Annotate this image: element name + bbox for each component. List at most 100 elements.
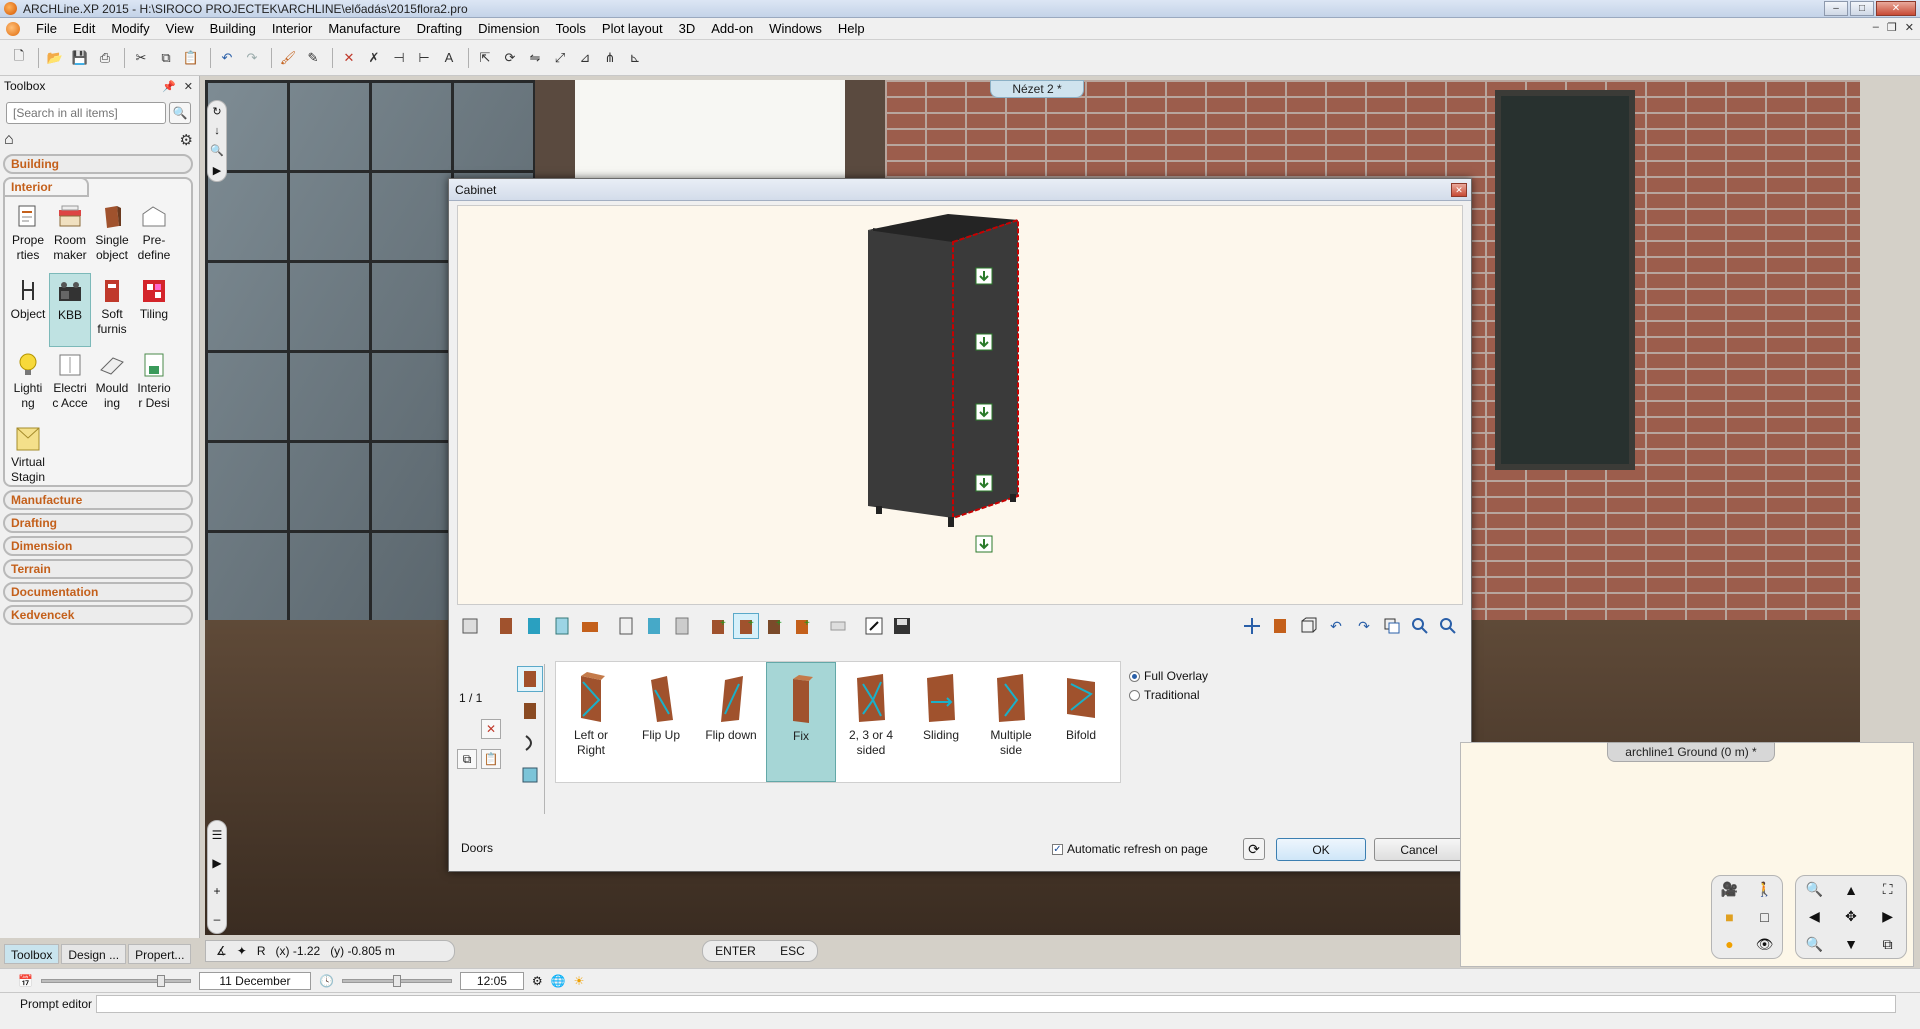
print-icon[interactable]: ⎙ (94, 47, 116, 69)
menu-edit[interactable]: Edit (65, 18, 103, 40)
menu-modify[interactable]: Modify (103, 18, 157, 40)
tool-electric-accessories[interactable]: Electri c Acce (49, 347, 91, 421)
cabinet-settings-icon[interactable] (457, 613, 483, 639)
tab-toolbox[interactable]: Toolbox (4, 944, 60, 964)
tool-room-maker[interactable]: Room maker (49, 199, 91, 273)
join-icon[interactable]: ⊢ (413, 47, 435, 69)
glass-icon[interactable] (549, 613, 575, 639)
drawer-icon[interactable] (577, 613, 603, 639)
category-documentation[interactable]: Documentation (3, 582, 193, 602)
move-icon[interactable]: ⇱ (474, 47, 496, 69)
menu-tools[interactable]: Tools (548, 18, 594, 40)
menu-help[interactable]: Help (830, 18, 873, 40)
prompt-input[interactable] (96, 995, 1896, 1013)
menu-3d[interactable]: 3D (671, 18, 704, 40)
paste-icon[interactable]: 📋 (180, 47, 202, 69)
redo-icon[interactable]: ↷ (1351, 613, 1377, 639)
add-drawer-icon[interactable]: + (789, 613, 815, 639)
delete-icon[interactable]: ✕ (338, 47, 360, 69)
calendar-icon[interactable]: 📅 (18, 974, 33, 988)
extend-icon[interactable]: ⊣ (388, 47, 410, 69)
zoom-in-icon[interactable] (1407, 613, 1433, 639)
arrow-right-icon[interactable]: ▶ (1882, 908, 1893, 925)
menu-dimension[interactable]: Dimension (470, 18, 547, 40)
maximize-button[interactable]: □ (1850, 1, 1874, 16)
search-icon[interactable]: 🔍 (169, 102, 191, 124)
trim-icon[interactable]: ✗ (363, 47, 385, 69)
body-icon[interactable] (493, 613, 519, 639)
menu-building[interactable]: Building (202, 18, 264, 40)
dialog-close-button[interactable]: ✕ (1451, 183, 1467, 197)
mdi-minimize-icon[interactable]: – (1873, 21, 1879, 34)
arrow-down-icon[interactable]: ▼ (1844, 936, 1858, 952)
radio-button[interactable] (1129, 670, 1140, 682)
category-dimension[interactable]: Dimension (3, 536, 193, 556)
save-icon[interactable] (889, 613, 915, 639)
orbit-icon[interactable]: ↻ (212, 105, 221, 118)
tool-kbb[interactable]: KBB (49, 273, 91, 347)
zoom-in-icon[interactable]: 🔍 (1806, 881, 1823, 898)
measure-icon[interactable]: ⊾ (624, 47, 646, 69)
search-input[interactable] (6, 102, 166, 124)
panel-icon[interactable] (641, 613, 667, 639)
zoom-window-icon[interactable]: ⧉ (1883, 936, 1893, 953)
door-type-bifold[interactable]: Bifold (1046, 662, 1116, 782)
array-icon[interactable]: ⋔ (599, 47, 621, 69)
ok-button[interactable]: OK (1276, 838, 1366, 861)
menu-add-on[interactable]: Add-on (703, 18, 761, 40)
stretch-icon[interactable]: ⤢ (549, 47, 571, 69)
list-icon[interactable]: ☰ (212, 828, 223, 842)
open-folder-icon[interactable]: 📂 (44, 47, 66, 69)
paste-door-icon[interactable]: 📋 (481, 749, 501, 769)
tab-properties[interactable]: Propert... (128, 944, 192, 964)
tool-lighting[interactable]: Lighti ng (7, 347, 49, 421)
copy-door-icon[interactable]: ⧉ (457, 749, 477, 769)
door-category-icon[interactable] (517, 666, 543, 692)
tool-virtual-staging[interactable]: Virtual Stagin (7, 421, 49, 495)
escape-button[interactable]: ESC (780, 944, 805, 958)
enter-button[interactable]: ENTER (715, 944, 756, 958)
walk-person-icon[interactable]: 🚶 (1756, 881, 1773, 898)
minus-icon[interactable]: – (214, 912, 221, 926)
play-icon[interactable]: ▶ (213, 164, 221, 177)
copy-icon[interactable]: ⧉ (155, 47, 177, 69)
menu-drafting[interactable]: Drafting (409, 18, 471, 40)
door-type-sliding[interactable]: Sliding (906, 662, 976, 782)
door-type-flip-up[interactable]: Flip Up (626, 662, 696, 782)
cabinet-preview[interactable] (457, 205, 1463, 605)
save-icon[interactable]: 💾 (69, 47, 91, 69)
close-button[interactable]: ✕ (1876, 1, 1916, 16)
add-door-icon[interactable]: + (733, 613, 759, 639)
pen-icon[interactable]: ✎ (302, 47, 324, 69)
fit-icon[interactable]: ⛶ (1883, 881, 1893, 898)
sun-icon[interactable]: ☀ (574, 974, 585, 988)
date-slider-knob[interactable] (156, 974, 165, 987)
sun-icon[interactable]: ● (1725, 936, 1733, 952)
shelf-icon[interactable] (521, 613, 547, 639)
rotate-icon[interactable]: ⟳ (499, 47, 521, 69)
offset-icon[interactable]: ⊿ (574, 47, 596, 69)
handle-icon[interactable] (825, 613, 851, 639)
menu-view[interactable]: View (158, 18, 202, 40)
brush-icon[interactable]: 🖌 (277, 47, 299, 69)
auto-refresh-checkbox[interactable]: ✓ Automatic refresh on page (1052, 842, 1208, 856)
cut-icon[interactable]: ✂ (130, 47, 152, 69)
mirror-icon[interactable]: ⇋ (524, 47, 546, 69)
handle-category-icon[interactable] (517, 730, 543, 756)
viewport-tab[interactable]: Nézet 2 * (990, 80, 1084, 98)
radio-traditional[interactable]: Traditional (1129, 688, 1208, 702)
add-shelf-icon[interactable]: + (761, 613, 787, 639)
panel-category-icon[interactable] (517, 698, 543, 724)
date-field[interactable]: 11 December (198, 971, 311, 990)
tool-tiling[interactable]: Tiling (133, 273, 175, 347)
pin-icon[interactable]: 📌 (162, 80, 176, 93)
redo-icon[interactable]: ↷ (241, 47, 263, 69)
category-building[interactable]: Building (3, 154, 193, 174)
back-panel-icon[interactable] (669, 613, 695, 639)
radio-full-overlay[interactable]: Full Overlay (1129, 669, 1208, 683)
new-project-icon[interactable]: 🗋 (8, 47, 30, 69)
undo-icon[interactable]: ↶ (216, 47, 238, 69)
menu-interior[interactable]: Interior (264, 18, 320, 40)
arrow-left-icon[interactable]: ◀ (1809, 908, 1820, 925)
add-element-icon[interactable]: + (705, 613, 731, 639)
